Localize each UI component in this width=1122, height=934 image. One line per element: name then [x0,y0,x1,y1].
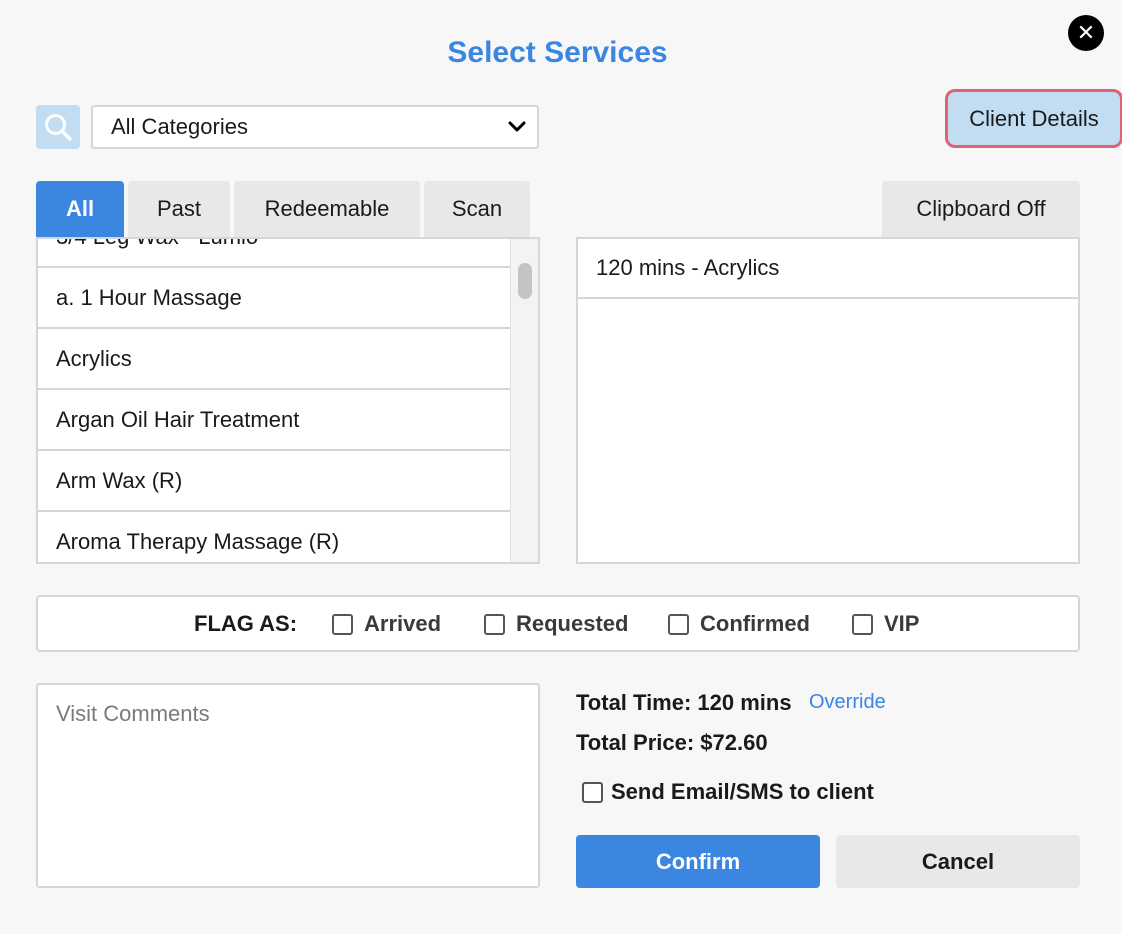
send-email-sms-label: Send Email/SMS to client [611,779,874,804]
arrived-label: Arrived [364,611,442,636]
selected-services-list: 120 mins - Acrylics [576,237,1080,564]
selected-service-item[interactable]: 120 mins - Acrylics [578,239,1078,299]
search-icon [45,114,72,141]
search-button[interactable] [36,105,80,149]
override-link[interactable]: Override [809,691,886,714]
tab-scan[interactable]: Scan [424,181,530,237]
tab-redeemable[interactable]: Redeemable [234,181,420,237]
total-time: Total Time: 120 mins [576,690,792,715]
flag-as-panel: FLAG AS: Arrived Requested Confirmed VIP [36,595,1080,652]
requested-label: Requested [516,611,629,636]
list-item[interactable]: 3/4 Leg Wax - Lumio [38,239,510,268]
arrived-checkbox[interactable] [332,613,353,635]
dialog-title: Select Services [447,36,668,69]
tab-all[interactable]: All [36,181,124,237]
chevron-down-icon [508,121,526,132]
send-email-sms-checkbox[interactable] [582,781,603,803]
confirm-button[interactable]: Confirm [576,835,820,888]
list-item[interactable]: Arm Wax (R) [38,451,510,512]
vip-checkbox[interactable] [852,613,873,635]
list-item[interactable]: Argan Oil Hair Treatment [38,390,510,451]
close-icon[interactable]: ✕ [1068,15,1104,51]
clipboard-toggle[interactable]: Clipboard Off [882,181,1080,237]
category-select-value: All Categories [111,114,248,139]
list-item[interactable]: Acrylics [38,329,510,390]
flag-confirmed[interactable]: Confirmed [668,611,810,637]
category-select[interactable]: All Categories [91,105,539,149]
flag-requested[interactable]: Requested [484,611,628,637]
client-details-button[interactable]: Client Details [945,89,1122,148]
flag-as-label: FLAG AS: [194,611,298,636]
confirmed-label: Confirmed [700,611,810,636]
visit-comments-placeholder: Visit Comments [56,701,210,726]
list-item[interactable]: Aroma Therapy Massage (R) [38,512,510,562]
requested-checkbox[interactable] [484,613,505,635]
vip-label: VIP [884,611,920,636]
tab-past[interactable]: Past [128,181,230,237]
total-price: Total Price: $72.60 [576,730,768,755]
list-item[interactable]: a. 1 Hour Massage [38,268,510,329]
flag-vip[interactable]: VIP [852,611,919,637]
service-list[interactable]: 3/4 Leg Wax - Lumio a. 1 Hour Massage Ac… [36,237,540,564]
service-list-scrollbar[interactable] [510,239,538,562]
send-email-sms-option[interactable]: Send Email/SMS to client [582,779,874,805]
flag-arrived[interactable]: Arrived [332,611,441,637]
visit-comments-input[interactable]: Visit Comments [36,683,540,888]
scroll-thumb[interactable] [518,263,532,299]
cancel-button[interactable]: Cancel [836,835,1080,888]
confirmed-checkbox[interactable] [668,613,689,635]
